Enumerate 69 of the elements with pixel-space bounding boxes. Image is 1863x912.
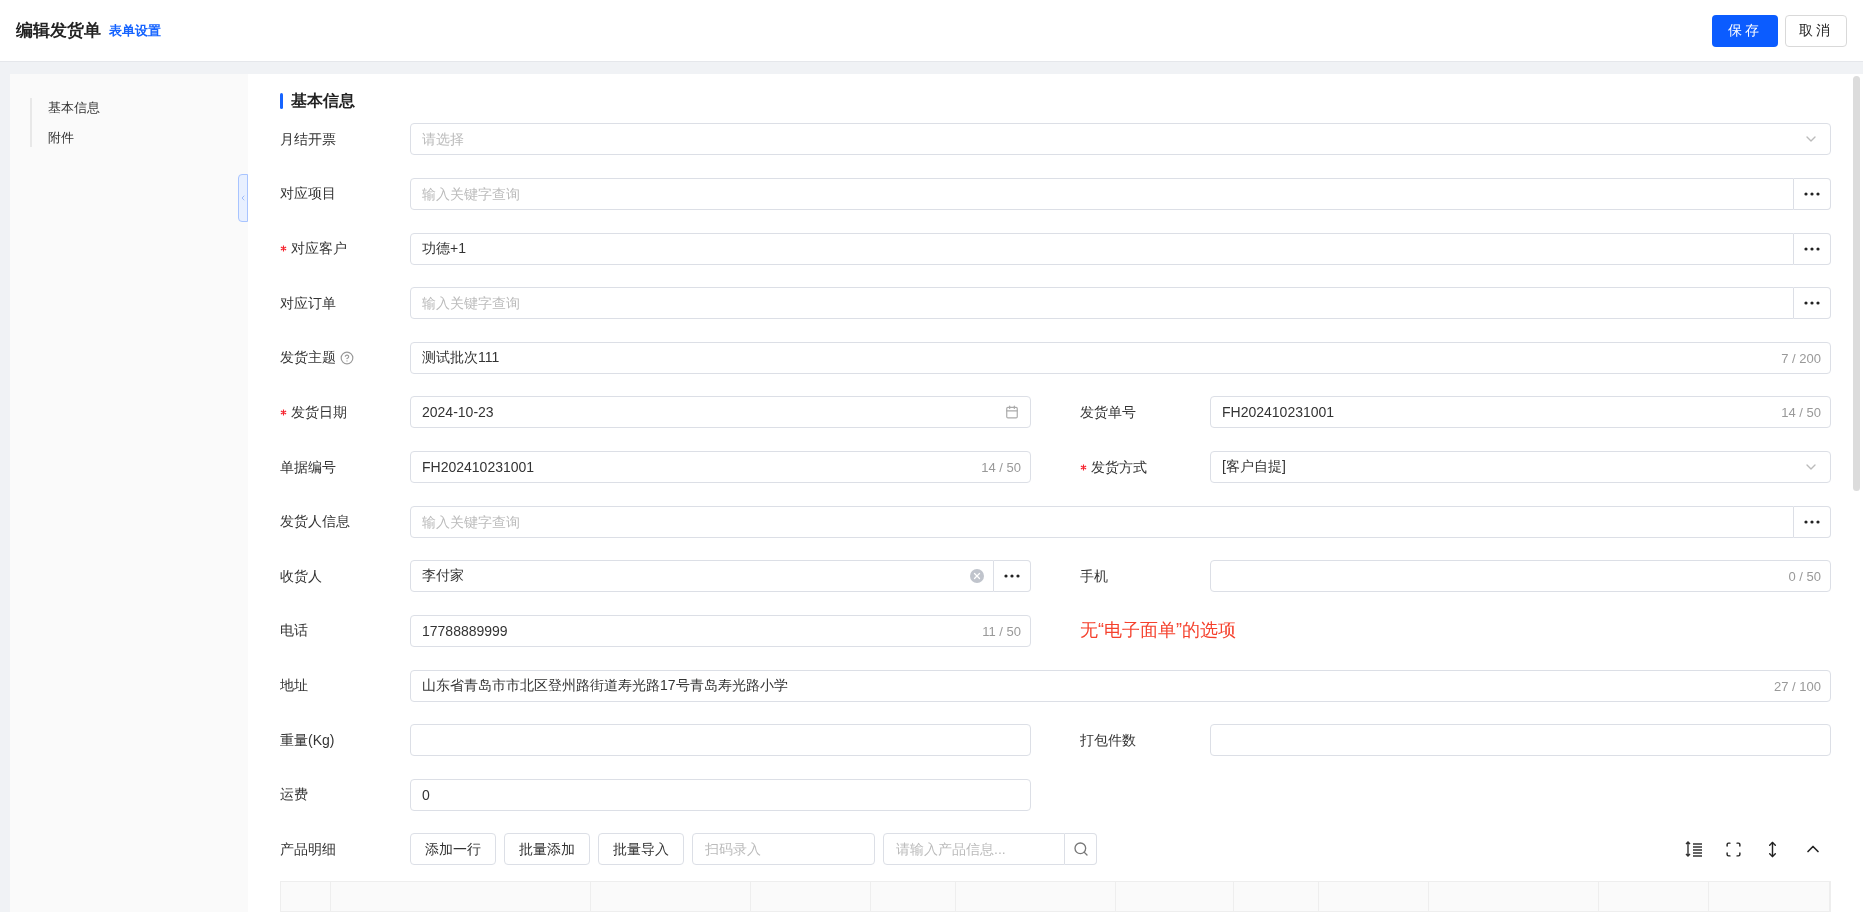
sidebar-nav-item[interactable]: 基本信息 (48, 98, 248, 117)
lookup-field[interactable]: 李付家 (410, 560, 994, 593)
input-field[interactable] (410, 724, 1031, 757)
field-label: 重量(Kg) (280, 730, 335, 750)
save-button[interactable]: 保存 (1712, 14, 1778, 47)
form-settings-link[interactable]: 表单设置 (109, 20, 161, 41)
toolbar-button[interactable]: 批量添加 (504, 833, 590, 866)
lookup-field[interactable]: 功德+1 (410, 232, 1794, 265)
field-label: 发货方式 (1091, 457, 1147, 477)
collapse-handle[interactable] (238, 174, 248, 222)
field-label: 单据编号 (280, 457, 336, 477)
help-icon[interactable] (340, 350, 354, 365)
character-counter: 7 / 200 (1781, 349, 1821, 368)
toolbar-button[interactable]: 批量导入 (598, 833, 684, 866)
cancel-button[interactable]: 取消 (1785, 14, 1847, 47)
input-field[interactable]: 0 (410, 778, 1031, 811)
input-field[interactable] (1210, 560, 1831, 593)
lookup-field[interactable]: 输入关键字查询 (410, 287, 1794, 320)
more-button[interactable] (1794, 505, 1831, 538)
field-label: 对应订单 (280, 293, 336, 313)
chevron-left-icon (239, 193, 247, 203)
scan-input-field[interactable]: 扫码录入 (692, 833, 875, 866)
scrollbar-thumb[interactable] (1853, 76, 1860, 491)
page-title: 编辑发货单 (16, 19, 101, 42)
sidebar-nav-item[interactable]: 附件 (48, 128, 248, 147)
character-counter: 14 / 50 (1781, 404, 1821, 423)
character-counter: 11 / 50 (982, 622, 1021, 641)
ellipsis-icon (1804, 519, 1820, 524)
more-button[interactable] (1794, 232, 1831, 265)
search-icon (1072, 841, 1089, 858)
field-label: 手机 (1080, 566, 1108, 586)
lookup-field[interactable]: 输入关键字查询 (410, 177, 1794, 210)
more-button[interactable] (1794, 177, 1831, 210)
toolbar-button[interactable]: 添加一行 (410, 833, 496, 866)
more-button[interactable] (994, 560, 1031, 593)
field-label: 发货人信息 (280, 512, 350, 532)
field-label: 对应项目 (280, 184, 336, 204)
product-search-field[interactable]: 请输入产品信息... (883, 833, 1065, 866)
search-button[interactable] (1065, 833, 1097, 866)
date-field[interactable]: 2024-10-23 (410, 396, 1031, 429)
character-counter: 14 / 50 (981, 459, 1021, 478)
field-label: 运费 (280, 785, 308, 805)
field-label: 电话 (280, 621, 308, 641)
row-height-icon[interactable] (1685, 840, 1703, 859)
ellipsis-icon (1804, 191, 1820, 196)
calendar-icon (1005, 405, 1019, 420)
field-label: 对应客户 (291, 239, 347, 259)
fullscreen-icon[interactable] (1725, 840, 1742, 858)
select-field[interactable]: 请选择 (410, 123, 1831, 156)
lookup-field[interactable]: 输入关键字查询 (410, 505, 1794, 538)
field-label: 发货单号 (1080, 402, 1136, 422)
more-button[interactable] (1794, 287, 1831, 320)
field-label: 收货人 (280, 566, 322, 586)
field-label: 产品明细 (280, 839, 337, 859)
section-marker (280, 93, 283, 109)
field-label: 发货主题 (280, 348, 336, 368)
character-counter: 27 / 100 (1774, 677, 1821, 696)
section-title: 基本信息 (291, 91, 355, 111)
ellipsis-icon (1004, 574, 1020, 579)
annotation-note: 无“电子面单”的选项 (1080, 619, 1236, 643)
field-label: 打包件数 (1080, 730, 1136, 750)
ellipsis-icon (1804, 301, 1820, 306)
field-label: 月结开票 (280, 129, 336, 149)
select-field[interactable]: [客户自提] (1210, 451, 1831, 484)
input-field[interactable] (1210, 724, 1831, 757)
character-counter: 0 / 50 (1788, 568, 1821, 587)
ellipsis-icon (1804, 246, 1820, 251)
field-label: 发货日期 (291, 402, 347, 422)
field-label: 地址 (280, 676, 308, 696)
